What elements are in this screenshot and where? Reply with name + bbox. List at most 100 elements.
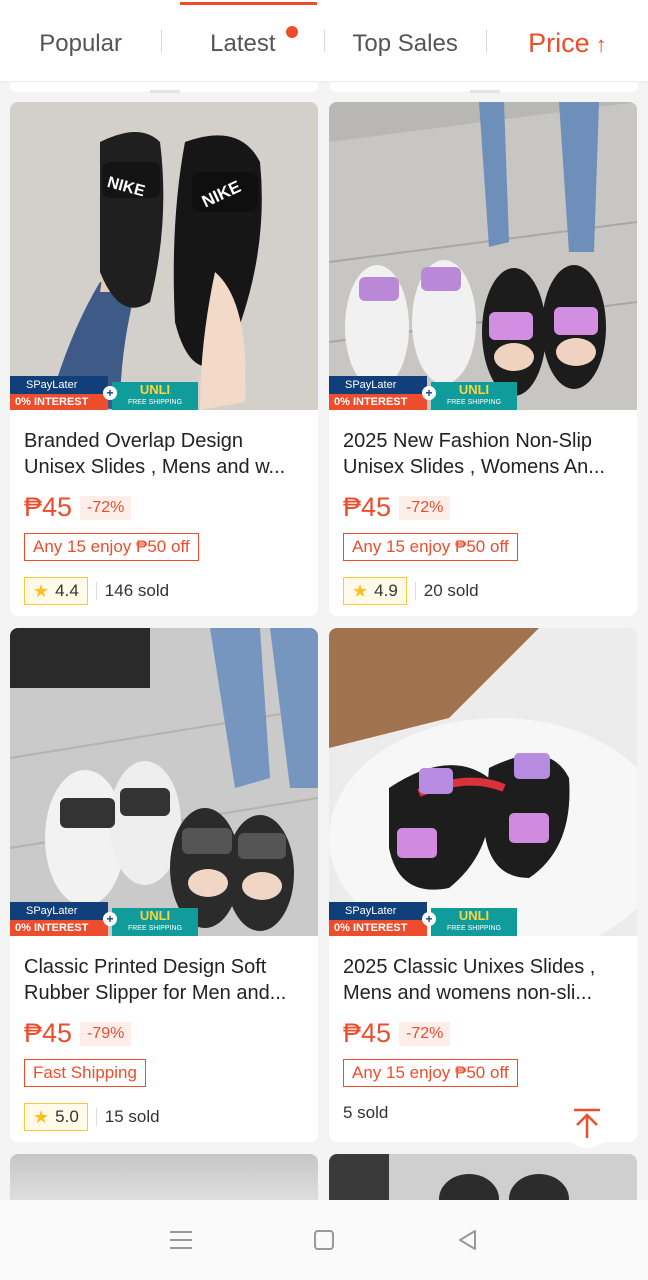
promo-label: Any 15 enjoy ₱50 off — [24, 533, 199, 561]
tab-latest[interactable]: Latest — [162, 24, 323, 58]
product-price: ₱45 — [343, 1018, 392, 1048]
unli-label: UNLI — [139, 908, 171, 923]
tab-popular[interactable]: Popular — [0, 24, 161, 58]
free-shipping-label: FREE SHIPPING — [446, 925, 502, 932]
title-line: 2025 New Fashion Non-Slip — [343, 430, 593, 452]
title-line: Unisex Slides , Mens and w... — [24, 456, 286, 478]
spaylater-label: SPayLater — [345, 379, 397, 391]
rating-value: 4.4 — [55, 581, 79, 600]
unli-label: UNLI — [458, 382, 490, 397]
system-nav-bar — [0, 1200, 648, 1280]
promo-badge: SPayLater 0% INTEREST + UNLI FREE SHIPPING — [10, 902, 198, 936]
title-line: Rubber Slipper for Men and... — [24, 982, 287, 1004]
nav-home-button[interactable] — [304, 1220, 344, 1260]
sort-bar: Popular Latest Top Sales Price ↑ — [0, 0, 648, 82]
product-card[interactable]: SPayLater 0% INTEREST + UNLI FREE SHIPPING… — [10, 628, 318, 1142]
divider — [95, 1108, 97, 1126]
product-card[interactable]: NIKE NIKE SPayLater 0% INTEREST + UNLI FRE… — [10, 102, 318, 616]
product-price: ₱45 — [24, 492, 73, 522]
product-title: 2025 New Fashion Non-Slip Unisex Slides … — [343, 428, 623, 480]
menu-icon — [170, 1231, 193, 1249]
tab-label: Latest — [210, 29, 276, 57]
interest-label: 0% INTEREST — [10, 394, 108, 410]
rating-value: 5.0 — [55, 1107, 79, 1126]
sold-count: 20 sold — [423, 581, 479, 600]
tab-top-sales[interactable]: Top Sales — [325, 24, 486, 58]
product-card[interactable]: SPayLater 0% INTEREST + UNLI FREE SHIPPING… — [329, 102, 637, 616]
discount-badge: -72% — [399, 495, 451, 520]
divider — [95, 582, 97, 600]
arrow-up-to-line-icon — [574, 1108, 600, 1138]
square-icon — [313, 1230, 334, 1250]
spaylater-label: SPayLater — [26, 379, 78, 391]
unli-badge: UNLI FREE SHIPPING — [431, 382, 517, 410]
triangle-back-icon — [458, 1230, 476, 1250]
title-line: Mens and womens non-sli... — [343, 982, 593, 1004]
active-tab-indicator — [180, 2, 317, 5]
tab-label: Price — [528, 28, 590, 58]
spaylater-badge: SPayLater 0% INTEREST — [10, 902, 108, 936]
product-title: 2025 Classic Unixes Slides , Mens and wo… — [343, 954, 623, 1006]
promo-badge: SPayLater 0% INTEREST + UNLI FREE SHIPPING — [10, 376, 198, 410]
promo-label: Any 15 enjoy ₱50 off — [343, 1059, 518, 1087]
title-line: Classic Printed Design Soft — [24, 956, 267, 978]
plus-icon: + — [422, 386, 436, 400]
sold-count: 146 sold — [104, 581, 170, 600]
sort-ascending-icon: ↑ — [595, 32, 607, 57]
unli-badge: UNLI FREE SHIPPING — [112, 908, 198, 936]
rating-badge: ★ 4.9 — [343, 577, 407, 605]
discount-badge: -72% — [399, 1021, 451, 1046]
nav-menu-button[interactable] — [161, 1220, 201, 1260]
discount-badge: -79% — [80, 1021, 132, 1046]
product-image[interactable]: SPayLater 0% INTEREST + UNLI FREE SHIPPING — [329, 102, 637, 410]
unli-badge: UNLI FREE SHIPPING — [431, 908, 517, 936]
product-price: ₱45 — [24, 1018, 73, 1048]
unli-label: UNLI — [458, 908, 490, 923]
nav-back-button[interactable] — [447, 1220, 487, 1260]
free-shipping-label: FREE SHIPPING — [127, 925, 183, 932]
discount-badge: -72% — [80, 495, 132, 520]
promo-label: Fast Shipping — [24, 1059, 146, 1087]
promo-badge: SPayLater 0% INTEREST + UNLI FREE SHIPPING — [329, 376, 517, 410]
spaylater-badge: SPayLater 0% INTEREST — [329, 902, 427, 936]
star-icon: ★ — [352, 580, 369, 601]
notification-dot — [285, 25, 298, 38]
product-image[interactable]: SPayLater 0% INTEREST + UNLI FREE SHIPPING — [329, 628, 637, 936]
product-image[interactable]: SPayLater 0% INTEREST + UNLI FREE SHIPPING — [10, 628, 318, 936]
product-card[interactable]: SPayLater 0% INTEREST + UNLI FREE SHIPPING… — [329, 628, 637, 1142]
star-icon: ★ — [33, 1106, 50, 1127]
product-image[interactable]: NIKE NIKE SPayLater 0% INTEREST + UNLI FRE… — [10, 102, 318, 410]
title-line: Unisex Slides , Womens An... — [343, 456, 605, 478]
interest-label: 0% INTEREST — [329, 394, 427, 410]
rating-value: 4.9 — [374, 581, 398, 600]
product-title: Branded Overlap Design Unisex Slides , M… — [24, 428, 304, 480]
rating-badge: ★ 5.0 — [24, 1103, 88, 1131]
title-line: 2025 Classic Unixes Slides , — [343, 956, 596, 978]
plus-icon: + — [422, 912, 436, 926]
product-title: Classic Printed Design Soft Rubber Slipp… — [24, 954, 304, 1006]
unli-label: UNLI — [139, 382, 171, 397]
interest-label: 0% INTEREST — [329, 920, 427, 936]
tab-label: Top Sales — [352, 29, 458, 57]
product-price: ₱45 — [343, 492, 392, 522]
tab-price[interactable]: Price ↑ — [487, 22, 648, 59]
title-line: Branded Overlap Design — [24, 430, 244, 452]
back-to-top-button[interactable] — [562, 1098, 612, 1148]
interest-label: 0% INTEREST — [10, 920, 108, 936]
star-icon: ★ — [33, 580, 50, 601]
spaylater-label: SPayLater — [345, 905, 397, 917]
spaylater-badge: SPayLater 0% INTEREST — [329, 376, 427, 410]
spaylater-label: SPayLater — [26, 905, 78, 917]
sold-count: 5 sold — [343, 1103, 389, 1122]
free-shipping-label: FREE SHIPPING — [127, 399, 183, 406]
tab-label: Popular — [39, 29, 122, 57]
rating-badge: ★ 4.4 — [24, 577, 88, 605]
sold-count: 15 sold — [104, 1107, 160, 1126]
unli-badge: UNLI FREE SHIPPING — [112, 382, 198, 410]
plus-icon: + — [103, 386, 117, 400]
spaylater-badge: SPayLater 0% INTEREST — [10, 376, 108, 410]
plus-icon: + — [103, 912, 117, 926]
free-shipping-label: FREE SHIPPING — [446, 399, 502, 406]
promo-label: Any 15 enjoy ₱50 off — [343, 533, 518, 561]
divider — [414, 582, 416, 600]
